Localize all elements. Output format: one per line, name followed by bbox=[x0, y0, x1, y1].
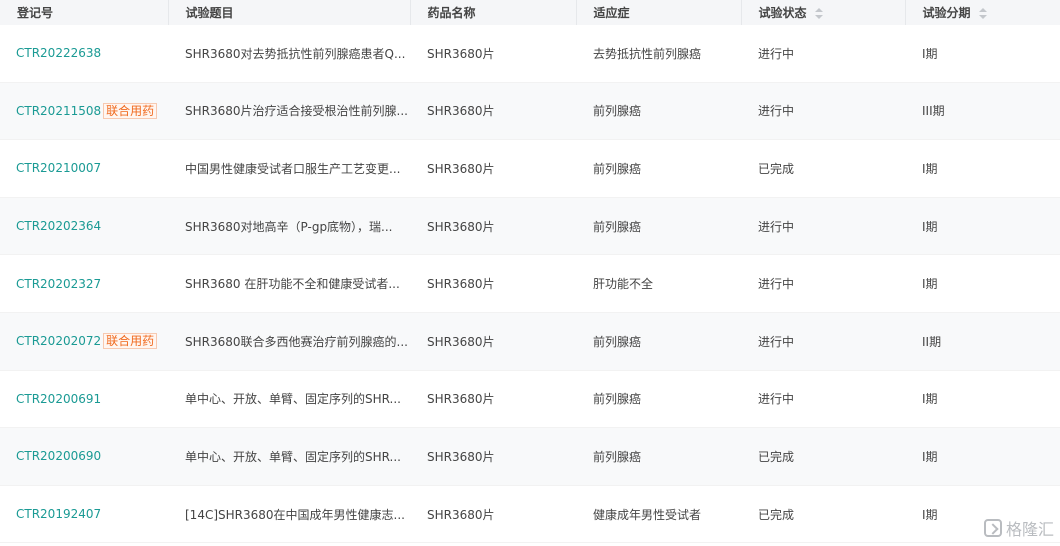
cell-drug: SHR3680片 bbox=[410, 312, 576, 371]
cell-phase: III期 bbox=[905, 82, 1060, 141]
watermark: 格隆汇 bbox=[983, 516, 1054, 540]
cell-reg-no: CTR20192407 bbox=[0, 485, 168, 544]
cell-phase: II期 bbox=[905, 312, 1060, 371]
header-title-label: 试验题目 bbox=[185, 6, 234, 20]
cell-title[interactable]: 中国男性健康受试者口服生产工艺变更... bbox=[168, 139, 410, 198]
table-row[interactable]: CTR20202072 联合用药 SHR3680联合多西他赛治疗前列腺癌的... SH… bbox=[0, 312, 1060, 371]
cell-title[interactable]: SHR3680联合多西他赛治疗前列腺癌的... bbox=[168, 312, 410, 371]
cell-reg-no: CTR20202327 bbox=[0, 254, 168, 313]
table-row[interactable]: CTR20200691 单中心、开放、单臂、固定序列的SHR... SHR3680片… bbox=[0, 370, 1060, 429]
table-body: CTR20222638 SHR3680对去势抵抗性前列腺癌患者Q... SHR368… bbox=[0, 25, 1060, 544]
cell-reg-no: CTR20200691 bbox=[0, 370, 168, 429]
cell-phase: I期 bbox=[905, 254, 1060, 313]
cell-reg-no: CTR20210007 bbox=[0, 139, 168, 198]
cell-drug: SHR3680片 bbox=[410, 25, 576, 83]
gelonghui-logo-icon bbox=[983, 519, 1002, 537]
reg-no-link[interactable]: CTR20202327 bbox=[16, 277, 101, 291]
cell-status: 进行中 bbox=[741, 312, 905, 371]
cell-status: 进行中 bbox=[741, 254, 905, 313]
cell-phase: I期 bbox=[905, 197, 1060, 256]
cell-indication: 去势抵抗性前列腺癌 bbox=[576, 25, 741, 83]
table-row[interactable]: CTR20202364 SHR3680对地高辛（P-gp底物），瑞... SHR36… bbox=[0, 197, 1060, 256]
table-row[interactable]: CTR20222638 SHR3680对去势抵抗性前列腺癌患者Q... SHR368… bbox=[0, 25, 1060, 83]
table-row[interactable]: CTR20210007 中国男性健康受试者口服生产工艺变更... SHR3680片前… bbox=[0, 139, 1060, 198]
cell-phase: I期 bbox=[905, 139, 1060, 198]
reg-no-link[interactable]: CTR20200690 bbox=[16, 449, 101, 463]
table-header: 登记号 试验题目 药品名称 适应症 试验状态 试验分期 bbox=[0, 0, 1060, 25]
sort-icon[interactable] bbox=[978, 8, 987, 19]
cell-indication: 前列腺癌 bbox=[576, 427, 741, 486]
cell-status: 进行中 bbox=[741, 197, 905, 256]
cell-phase: I期 bbox=[905, 370, 1060, 429]
combination-tag: 联合用药 bbox=[103, 333, 158, 350]
watermark-text: 格隆汇 bbox=[1005, 522, 1054, 539]
header-drug: 药品名称 bbox=[409, 0, 576, 25]
cell-indication: 健康成年男性受试者 bbox=[576, 485, 741, 544]
table-row[interactable]: CTR20211508 联合用药 SHR3680片治疗适合接受根治性前列腺... SH… bbox=[0, 82, 1060, 141]
reg-no-link[interactable]: CTR20200691 bbox=[16, 392, 101, 406]
cell-reg-no: CTR20222638 bbox=[0, 25, 168, 83]
cell-reg-no: CTR20202364 bbox=[0, 197, 168, 256]
table-row[interactable]: CTR20192407 [14C]SHR3680在中国成年男性健康志... SHR3… bbox=[0, 485, 1060, 544]
sort-icon[interactable] bbox=[814, 8, 823, 19]
cell-title[interactable]: 单中心、开放、单臂、固定序列的SHR... bbox=[168, 370, 410, 429]
cell-indication: 前列腺癌 bbox=[576, 82, 741, 141]
cell-status: 已完成 bbox=[741, 427, 905, 486]
reg-no-link[interactable]: CTR20202364 bbox=[16, 219, 101, 233]
header-status[interactable]: 试验状态 bbox=[740, 0, 905, 25]
cell-indication: 前列腺癌 bbox=[576, 197, 741, 256]
reg-no-link[interactable]: CTR20211508 bbox=[16, 104, 101, 118]
cell-reg-no: CTR20211508 联合用药 bbox=[0, 82, 168, 141]
cell-title[interactable]: SHR3680对地高辛（P-gp底物），瑞... bbox=[168, 197, 410, 256]
header-drug-label: 药品名称 bbox=[427, 6, 476, 20]
cell-title[interactable]: SHR3680对去势抵抗性前列腺癌患者Q... bbox=[168, 25, 410, 83]
cell-drug: SHR3680片 bbox=[410, 427, 576, 486]
cell-title[interactable]: SHR3680 在肝功能不全和健康受试者... bbox=[168, 254, 410, 313]
header-title: 试验题目 bbox=[167, 0, 410, 25]
cell-title[interactable]: SHR3680片治疗适合接受根治性前列腺... bbox=[168, 82, 410, 141]
table-row[interactable]: CTR20202327 SHR3680 在肝功能不全和健康受试者... SHR368… bbox=[0, 254, 1060, 313]
header-phase-label: 试验分期 bbox=[922, 6, 971, 20]
reg-no-link[interactable]: CTR20192407 bbox=[16, 507, 101, 521]
reg-no-link[interactable]: CTR20210007 bbox=[16, 161, 101, 175]
header-status-label: 试验状态 bbox=[758, 6, 807, 20]
cell-status: 进行中 bbox=[741, 25, 905, 83]
cell-status: 已完成 bbox=[741, 485, 905, 544]
trials-table: 登记号 试验题目 药品名称 适应症 试验状态 试验分期 CTR20222638 S… bbox=[0, 0, 1060, 544]
cell-drug: SHR3680片 bbox=[410, 370, 576, 429]
header-reg-no: 登记号 bbox=[0, 0, 168, 25]
header-indication: 适应症 bbox=[575, 0, 741, 25]
cell-status: 已完成 bbox=[741, 139, 905, 198]
header-phase[interactable]: 试验分期 bbox=[904, 0, 1060, 25]
cell-reg-no: CTR20200690 bbox=[0, 427, 168, 486]
cell-drug: SHR3680片 bbox=[410, 485, 576, 544]
reg-no-link[interactable]: CTR20222638 bbox=[16, 46, 101, 60]
cell-phase: I期 bbox=[905, 25, 1060, 83]
cell-drug: SHR3680片 bbox=[410, 197, 576, 256]
cell-indication: 前列腺癌 bbox=[576, 139, 741, 198]
cell-reg-no: CTR20202072 联合用药 bbox=[0, 312, 168, 371]
cell-status: 进行中 bbox=[741, 370, 905, 429]
header-reg-no-label: 登记号 bbox=[17, 6, 54, 20]
cell-phase: I期 bbox=[905, 427, 1060, 486]
cell-drug: SHR3680片 bbox=[410, 82, 576, 141]
cell-drug: SHR3680片 bbox=[410, 254, 576, 313]
cell-drug: SHR3680片 bbox=[410, 139, 576, 198]
cell-indication: 前列腺癌 bbox=[576, 312, 741, 371]
combination-tag: 联合用药 bbox=[103, 102, 158, 119]
cell-title[interactable]: [14C]SHR3680在中国成年男性健康志... bbox=[168, 485, 410, 544]
header-indication-label: 适应症 bbox=[593, 6, 630, 20]
cell-title[interactable]: 单中心、开放、单臂、固定序列的SHR... bbox=[168, 427, 410, 486]
cell-status: 进行中 bbox=[741, 82, 905, 141]
cell-indication: 前列腺癌 bbox=[576, 370, 741, 429]
table-row[interactable]: CTR20200690 单中心、开放、单臂、固定序列的SHR... SHR3680片… bbox=[0, 427, 1060, 486]
cell-indication: 肝功能不全 bbox=[576, 254, 741, 313]
reg-no-link[interactable]: CTR20202072 bbox=[16, 334, 101, 348]
